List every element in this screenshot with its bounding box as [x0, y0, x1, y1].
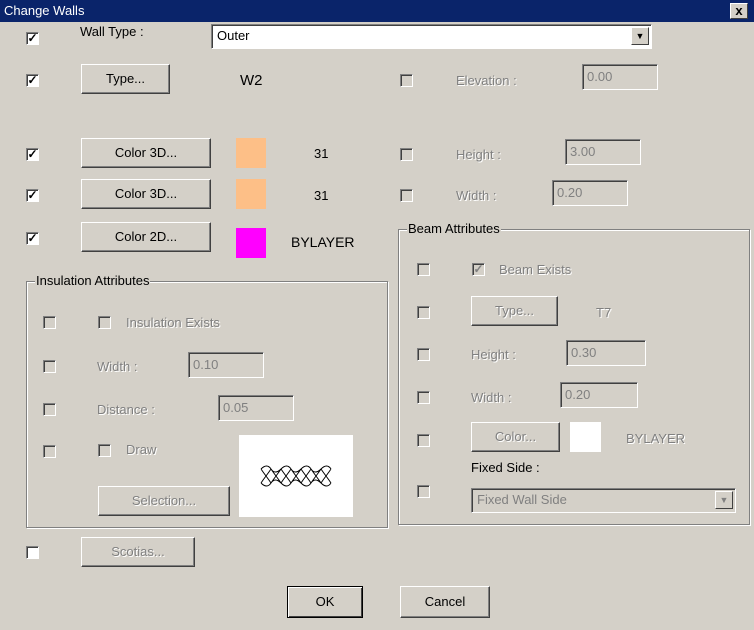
beam-color-checkbox[interactable] — [417, 434, 430, 447]
width-field[interactable]: 0.20 — [552, 180, 628, 206]
beam-color-button[interactable]: Color... — [471, 422, 560, 452]
color3d-1-button[interactable]: Color 3D... — [81, 138, 211, 168]
color3d-1-swatch — [236, 138, 266, 168]
fixed-side-label: Fixed Side : — [471, 460, 540, 475]
color3d-1-value: 31 — [314, 146, 329, 161]
insulation-exists-override-checkbox[interactable] — [43, 316, 56, 329]
close-button[interactable]: x — [730, 3, 748, 19]
insulation-draw-checkbox[interactable] — [98, 444, 111, 457]
beam-exists-checkbox[interactable]: ✓ — [472, 263, 485, 276]
fixed-side-value: Fixed Wall Side — [477, 492, 567, 507]
fixed-side-select[interactable]: Fixed Wall Side ▼ — [471, 488, 736, 513]
insulation-group-title: Insulation Attributes — [35, 273, 151, 288]
insulation-width-field[interactable]: 0.10 — [188, 352, 264, 378]
chevron-down-icon[interactable]: ▼ — [631, 27, 649, 45]
scotias-checkbox[interactable] — [26, 546, 39, 559]
color3d-2-button[interactable]: Color 3D... — [81, 179, 211, 209]
wall-type-label: Wall Type : — [80, 24, 144, 39]
insulation-width-checkbox[interactable] — [43, 360, 56, 373]
width-checkbox[interactable] — [400, 189, 413, 202]
ok-button[interactable]: OK — [287, 586, 363, 618]
fixed-side-checkbox[interactable] — [417, 485, 430, 498]
elevation-field[interactable]: 0.00 — [582, 64, 658, 90]
beam-color-swatch — [570, 422, 601, 452]
beam-exists-override-checkbox[interactable] — [417, 263, 430, 276]
beam-type-value: T7 — [596, 305, 612, 320]
wall-type-checkbox[interactable]: ✓ — [26, 32, 39, 45]
wall-type-code: W2 — [240, 72, 263, 89]
color3d-2-value: 31 — [314, 188, 329, 203]
beam-type-button[interactable]: Type... — [471, 296, 558, 326]
beam-type-checkbox[interactable] — [417, 306, 430, 319]
elevation-label: Elevation : — [456, 73, 517, 88]
scotias-button[interactable]: Scotias... — [81, 537, 195, 567]
beam-exists-label: Beam Exists — [499, 262, 572, 277]
insulation-pattern-icon — [260, 465, 332, 487]
beam-height-label: Height : — [471, 347, 516, 362]
color3d-2-swatch — [236, 179, 266, 209]
color2d-value: BYLAYER — [291, 234, 355, 250]
insulation-distance-checkbox[interactable] — [43, 403, 56, 416]
color2d-checkbox[interactable]: ✓ — [26, 232, 39, 245]
wall-type-value: Outer — [217, 28, 250, 43]
width-label: Width : — [456, 188, 497, 203]
insulation-distance-field[interactable]: 0.05 — [218, 395, 294, 421]
insulation-exists-label: Insulation Exists — [126, 315, 220, 330]
elevation-checkbox[interactable] — [400, 74, 413, 87]
beam-group — [398, 229, 750, 525]
beam-color-value: BYLAYER — [626, 431, 686, 446]
beam-width-label: Width : — [471, 390, 512, 405]
beam-width-checkbox[interactable] — [417, 391, 430, 404]
wall-type-select[interactable]: Outer ▼ — [211, 24, 652, 49]
beam-width-field[interactable]: 0.20 — [560, 382, 638, 408]
insulation-pattern-preview — [239, 435, 353, 517]
color2d-swatch — [236, 228, 266, 258]
selection-button[interactable]: Selection... — [98, 486, 230, 516]
height-field[interactable]: 3.00 — [565, 139, 641, 165]
beam-height-field[interactable]: 0.30 — [566, 340, 646, 366]
color2d-button[interactable]: Color 2D... — [81, 222, 211, 252]
color3d-2-checkbox[interactable]: ✓ — [26, 189, 39, 202]
type-checkbox[interactable]: ✓ — [26, 74, 39, 87]
title-bar — [0, 0, 754, 22]
insulation-width-label: Width : — [97, 359, 138, 374]
beam-group-title: Beam Attributes — [407, 221, 501, 236]
window-title: Change Walls — [4, 3, 85, 18]
insulation-exists-checkbox[interactable] — [98, 316, 111, 329]
height-checkbox[interactable] — [400, 148, 413, 161]
cancel-button[interactable]: Cancel — [400, 586, 490, 618]
insulation-draw-override-checkbox[interactable] — [43, 445, 56, 458]
beam-height-checkbox[interactable] — [417, 348, 430, 361]
type-button[interactable]: Type... — [81, 64, 170, 94]
insulation-draw-label: Draw — [126, 442, 157, 457]
height-label: Height : — [456, 147, 501, 162]
chevron-down-icon[interactable]: ▼ — [715, 491, 733, 509]
color3d-1-checkbox[interactable]: ✓ — [26, 148, 39, 161]
insulation-distance-label: Distance : — [97, 402, 155, 417]
